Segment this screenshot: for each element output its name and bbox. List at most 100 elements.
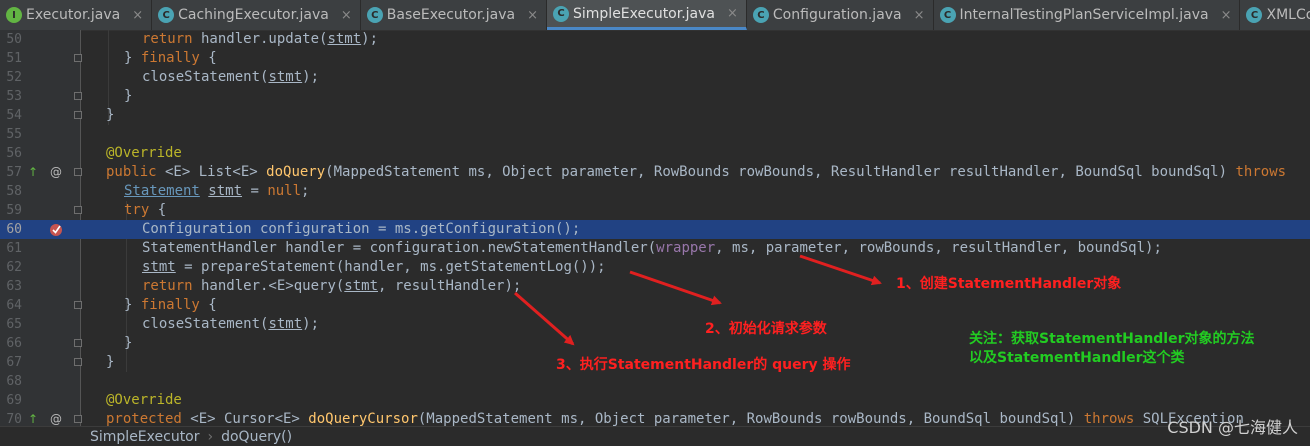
- fold-marker-icon[interactable]: [74, 301, 82, 309]
- code-text: public <E> List<E> doQuery(MappedStateme…: [106, 164, 1287, 180]
- code-line: 61 StatementHandler handler = configurat…: [0, 239, 1310, 258]
- code-text: @Override: [106, 145, 182, 161]
- line-number: 55: [6, 127, 22, 142]
- line-number: 61: [6, 241, 22, 256]
- fold-marker-icon[interactable]: [74, 92, 82, 100]
- close-icon[interactable]: ×: [1221, 8, 1232, 23]
- line-number: 56: [6, 146, 22, 161]
- tab-configuration[interactable]: C Configuration.java ×: [747, 0, 934, 30]
- class-icon: C: [553, 5, 569, 22]
- tab-label: SimpleExecutor.java: [573, 5, 715, 22]
- code-line: 64 } finally {: [0, 296, 1310, 315]
- line-number: 69: [6, 393, 22, 408]
- breadcrumb-method[interactable]: doQuery(): [221, 429, 292, 445]
- annotation-step3: 3、执行StatementHandler的 query 操作: [556, 357, 851, 373]
- code-line: 55: [0, 125, 1310, 144]
- line-number: 60: [6, 222, 22, 237]
- tab-xml-config[interactable]: C XMLConfig: [1240, 0, 1310, 30]
- line-number: 53: [6, 89, 22, 104]
- breadcrumb: SimpleExecutor › doQuery(): [0, 426, 1310, 446]
- annotation-at-icon: @: [50, 165, 62, 179]
- tab-base-executor[interactable]: C BaseExecutor.java ×: [361, 0, 547, 30]
- class-icon: C: [939, 7, 956, 23]
- line-number: 62: [6, 260, 22, 275]
- fold-marker-icon[interactable]: [74, 111, 82, 119]
- line-number: 68: [6, 374, 22, 389]
- code-text: return handler.update(stmt);: [142, 31, 379, 47]
- code-line: 59 try {: [0, 201, 1310, 220]
- editor-tab-bar: I Executor.java × C CachingExecutor.java…: [0, 0, 1310, 31]
- code-line: 69 @Override: [0, 391, 1310, 410]
- code-line: 53 }: [0, 87, 1310, 106]
- code-text: Configuration configuration = ms.getConf…: [142, 221, 581, 237]
- line-number: 64: [6, 298, 22, 313]
- code-text: stmt = prepareStatement(handler, ms.getS…: [142, 259, 606, 275]
- tab-label: Executor.java: [26, 7, 121, 23]
- watermark: CSDN @七海健人: [1167, 418, 1298, 437]
- close-icon[interactable]: ×: [727, 6, 738, 21]
- code-line: 54 }: [0, 106, 1310, 125]
- override-up-icon[interactable]: ↑: [28, 163, 38, 182]
- code-text: closeStatement(stmt);: [142, 316, 320, 332]
- line-number: 67: [6, 355, 22, 370]
- fold-marker-icon[interactable]: [74, 415, 82, 423]
- line-number: 50: [6, 32, 22, 47]
- tab-label: XMLConfig: [1266, 7, 1310, 23]
- code-text: return handler.<E>query(stmt, resultHand…: [142, 278, 522, 294]
- code-line: 51 } finally {: [0, 49, 1310, 68]
- class-icon: C: [158, 7, 175, 23]
- fold-marker-icon[interactable]: [74, 206, 82, 214]
- line-number: 65: [6, 317, 22, 332]
- tab-label: InternalTestingPlanServiceImpl.java: [959, 7, 1209, 23]
- tab-executor[interactable]: I Executor.java ×: [0, 0, 153, 30]
- close-icon[interactable]: ×: [527, 8, 538, 23]
- tab-label: CachingExecutor.java: [178, 7, 329, 23]
- fold-marker-icon[interactable]: [74, 358, 82, 366]
- close-icon[interactable]: ×: [132, 8, 143, 23]
- code-text: try {: [124, 202, 167, 218]
- code-line: 58 Statement stmt = null;: [0, 182, 1310, 201]
- fold-marker-icon[interactable]: [74, 54, 82, 62]
- tab-label: Configuration.java: [772, 7, 902, 23]
- annotation-step2: 2、初始化请求参数: [705, 321, 827, 337]
- class-icon: C: [366, 7, 383, 23]
- class-icon: C: [752, 7, 769, 23]
- line-number: 59: [6, 203, 22, 218]
- tab-label: BaseExecutor.java: [386, 7, 516, 23]
- annotation-step1: 1、创建StatementHandler对象: [896, 276, 1122, 292]
- fold-marker-icon[interactable]: [74, 168, 82, 176]
- code-text: }: [106, 354, 115, 370]
- breadcrumb-separator: ›: [207, 428, 214, 445]
- tab-caching-executor[interactable]: C CachingExecutor.java ×: [152, 0, 361, 30]
- line-number: 51: [6, 51, 22, 66]
- line-number: 58: [6, 184, 22, 199]
- code-text: @Override: [106, 392, 182, 408]
- code-text: StatementHandler handler = configuration…: [142, 240, 1162, 256]
- code-line-current: 60 Configuration configuration = ms.getC…: [0, 220, 1310, 239]
- code-text: }: [124, 335, 133, 351]
- close-icon[interactable]: ×: [914, 8, 925, 23]
- line-number: 52: [6, 70, 22, 85]
- tab-simple-executor[interactable]: C SimpleExecutor.java ×: [547, 0, 747, 30]
- code-line: 57 ↑ @ public <E> List<E> doQuery(Mapped…: [0, 163, 1310, 182]
- code-text: closeStatement(stmt);: [142, 69, 320, 85]
- annotation-note-line1: 关注：获取StatementHandler对象的方法: [969, 331, 1255, 347]
- breadcrumb-class[interactable]: SimpleExecutor: [90, 429, 200, 445]
- annotation-note-line2: 以及StatementHandler这个类: [969, 350, 1185, 366]
- line-number: 57: [6, 165, 22, 180]
- close-icon[interactable]: ×: [341, 8, 352, 23]
- code-text: }: [124, 88, 133, 104]
- code-line: 50 return handler.update(stmt);: [0, 30, 1310, 49]
- code-text: } finally {: [124, 50, 217, 66]
- line-number: 66: [6, 336, 22, 351]
- code-text: }: [106, 107, 115, 123]
- line-number: 54: [6, 108, 22, 123]
- code-line: 56 @Override: [0, 144, 1310, 163]
- line-number: 63: [6, 279, 22, 294]
- tab-internal-testing-plan[interactable]: C InternalTestingPlanServiceImpl.java ×: [934, 0, 1241, 30]
- interface-icon: I: [6, 7, 22, 23]
- code-text: Statement stmt = null;: [124, 183, 310, 199]
- code-line: 68: [0, 372, 1310, 391]
- code-line: 52 closeStatement(stmt);: [0, 68, 1310, 87]
- fold-marker-icon[interactable]: [74, 339, 82, 347]
